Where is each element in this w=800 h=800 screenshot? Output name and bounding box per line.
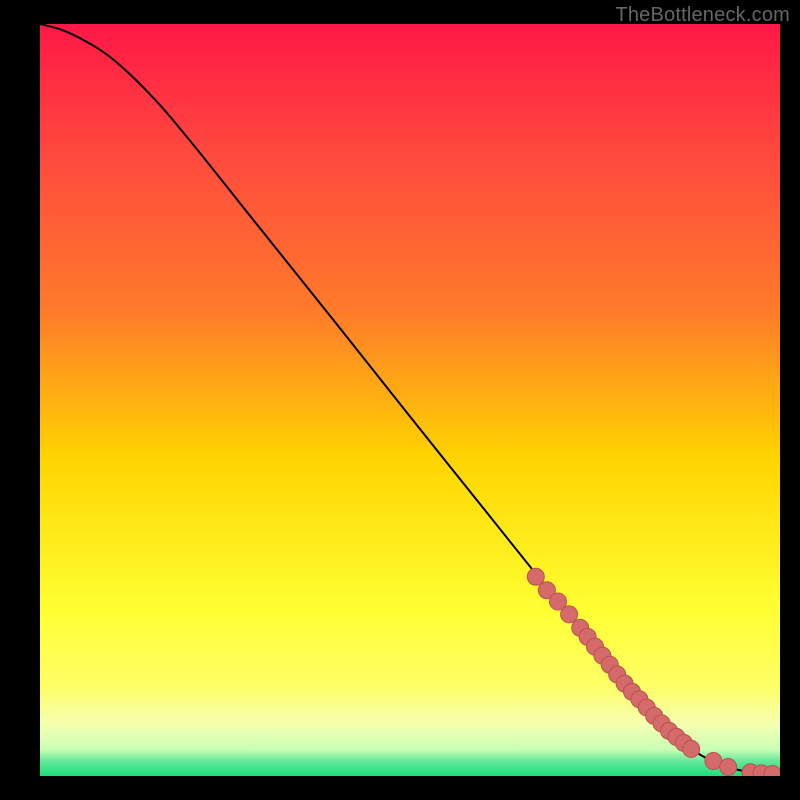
gradient-bg xyxy=(40,24,780,776)
chart-frame: TheBottleneck.com xyxy=(0,0,800,800)
data-marker xyxy=(561,606,578,623)
data-marker xyxy=(683,740,700,757)
data-marker xyxy=(527,568,544,585)
plot-area xyxy=(40,24,780,776)
data-marker xyxy=(720,758,737,775)
watermark-text: TheBottleneck.com xyxy=(615,4,790,27)
chart-svg xyxy=(40,24,780,776)
